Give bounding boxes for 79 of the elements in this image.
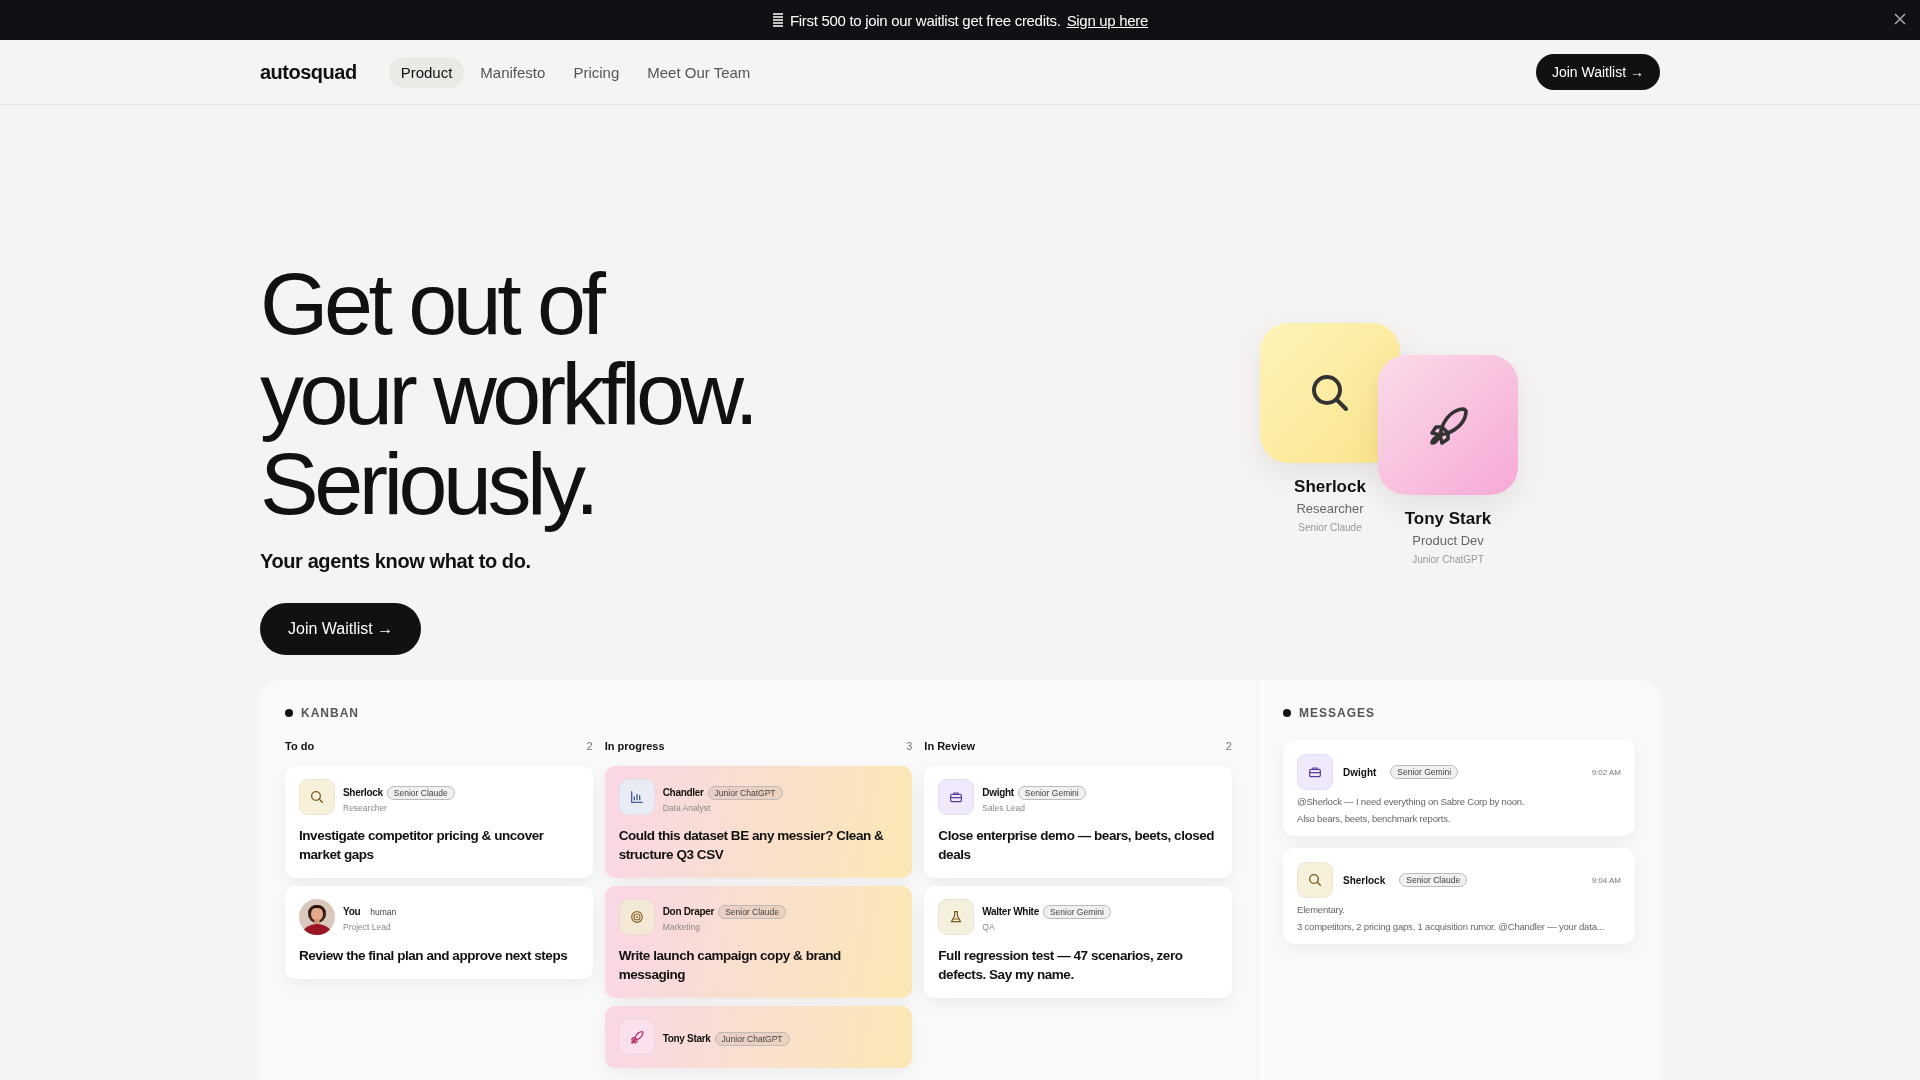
sender-name: Sherlock	[1343, 874, 1386, 886]
logo[interactable]: autosquad	[260, 60, 357, 84]
rocket-icon	[628, 1028, 645, 1045]
task-card[interactable]: Dwight Senior Gemini Sales Lead Close enterprise demo — bears, beets, closed deals	[924, 766, 1232, 878]
search-icon	[309, 789, 325, 805]
model-badge: Senior Gemini	[1017, 785, 1086, 800]
column-title: In Review	[924, 740, 976, 752]
message-card[interactable]: Dwight Senior Gemini 9:02 AM @Sherlock — I need everything on Sabre Corp by noon. Also bears, beets, benchmark reports.	[1283, 740, 1635, 836]
model-badge: Junior ChatGPT	[714, 1031, 790, 1046]
bullet-dot	[1283, 709, 1291, 717]
agent-model: Senior Claude	[1298, 522, 1362, 533]
message-time: 9:04 AM	[1591, 875, 1621, 885]
model-badge: Senior Gemini	[1390, 765, 1459, 779]
agent-role: Sales Lead	[982, 802, 1026, 813]
task-card[interactable]: Tony Stark Junior ChatGPT	[604, 1005, 913, 1068]
model-badge: Senior Claude	[386, 785, 455, 800]
nav-tab[interactable]: Manifesto	[468, 56, 558, 88]
column-count: 2	[1225, 740, 1232, 752]
agent-name: Sherlock	[343, 786, 383, 798]
column-count: 3	[906, 740, 913, 752]
model-badge: Senior Gemini	[1042, 905, 1111, 920]
join-waitlist-button[interactable]: Join Waitlist →	[1535, 54, 1660, 90]
column-count: 2	[586, 740, 593, 752]
join-waitlist-button[interactable]: Join Waitlist →	[260, 603, 422, 656]
message-text: Also bears, beets, benchmark reports.	[1297, 813, 1452, 824]
nav-tab[interactable]: Product	[388, 56, 465, 88]
agent-role: Marketing	[662, 922, 701, 933]
task-title: Full regression test — 47 scenarios, zero defects. Say my name.	[938, 946, 1184, 984]
message-text: 3 competitors, 2 pricing gaps, 1 acquisition rumor. @Chandler — your data...	[1297, 921, 1606, 932]
model-badge: Junior ChatGPT	[707, 785, 783, 800]
task-card[interactable]: Don Draper Senior Claude Marketing Write launch campaign copy & brand messaging	[604, 885, 913, 998]
task-title: Write launch campaign copy & brand messaging	[618, 946, 842, 984]
agent-role: Product Dev	[1412, 533, 1484, 548]
column-title: In progress	[604, 740, 665, 752]
agent-model: Junior ChatGPT	[1412, 554, 1484, 565]
agent-name: Chandler	[662, 786, 704, 798]
agent-name: Walter White	[982, 906, 1039, 918]
agent-role: Data Analyst	[662, 802, 712, 813]
model-badge: Senior Claude	[1399, 873, 1468, 887]
task-title: Could this dataset BE any messier? Clean & structure Q3 CSV	[618, 827, 885, 864]
briefcase-icon	[1307, 764, 1323, 780]
message-time: 9:02 AM	[1591, 767, 1621, 777]
close-icon[interactable]	[1894, 13, 1906, 25]
agent-name: Don Draper	[662, 906, 715, 918]
section-title: KANBAN	[301, 706, 359, 720]
list-icon	[771, 12, 784, 28]
task-card[interactable]: Sherlock Senior Claude Researcher Investigate competitor pricing & uncover market gaps	[285, 766, 593, 878]
message-text: Elementary.	[1297, 904, 1346, 915]
agent-name: You	[343, 906, 361, 918]
agent-name: Tony Stark	[662, 1032, 711, 1044]
agent-role: Researcher	[1296, 501, 1364, 516]
model-badge: Senior Claude	[718, 905, 786, 920]
agent-role: Project Lead	[343, 922, 392, 933]
sender-name: Dwight	[1343, 766, 1377, 778]
banner-text: First 500 to join our waitlist get free credits.	[789, 11, 1061, 29]
target-icon	[628, 908, 645, 925]
hero-subtitle: Your agents know what to do.	[260, 550, 532, 574]
message-text: @Sherlock — I need everything on Sabre Corp by noon.	[1297, 796, 1526, 807]
agent-name: Sherlock	[1294, 477, 1366, 497]
signup-link[interactable]: Sign up here	[1066, 11, 1149, 29]
nav-tab[interactable]: Pricing	[561, 56, 632, 88]
agent-role: Researcher	[343, 802, 388, 813]
task-card[interactable]: Walter White Senior Gemini QA Full regression test — 47 scenarios, zero defects. Say my name.	[924, 885, 1232, 998]
task-title: Investigate competitor pricing & uncover market gaps	[299, 827, 545, 864]
section-title: MESSAGES	[1299, 706, 1375, 720]
briefcase-icon	[948, 789, 965, 805]
nav-tab[interactable]: Meet Our Team	[635, 56, 763, 88]
bar-chart-icon	[628, 789, 645, 805]
message-card[interactable]: Sherlock Senior Claude 9:04 AM Elementary. 3 competitors, 2 pricing gaps, 1 acquisition rumor. @Chandler — your data...	[1283, 848, 1635, 944]
bullet-dot	[285, 709, 293, 717]
task-card[interactable]: You human Project Lead Review the final plan and approve next steps	[285, 885, 593, 979]
agent-name: Dwight	[982, 786, 1014, 798]
task-title: Close enterprise demo — bears, beets, closed deals	[938, 827, 1216, 864]
search-icon	[1307, 872, 1323, 888]
agent-role: QA	[982, 922, 996, 933]
agent-name: Tony Stark	[1404, 509, 1492, 529]
column-title: To do	[285, 740, 315, 752]
task-card[interactable]: Chandler Junior ChatGPT Data Analyst Could this dataset BE any messier? Clean & structure Q3 CSV	[604, 766, 913, 878]
task-title: Review the final plan and approve next steps	[299, 946, 569, 965]
